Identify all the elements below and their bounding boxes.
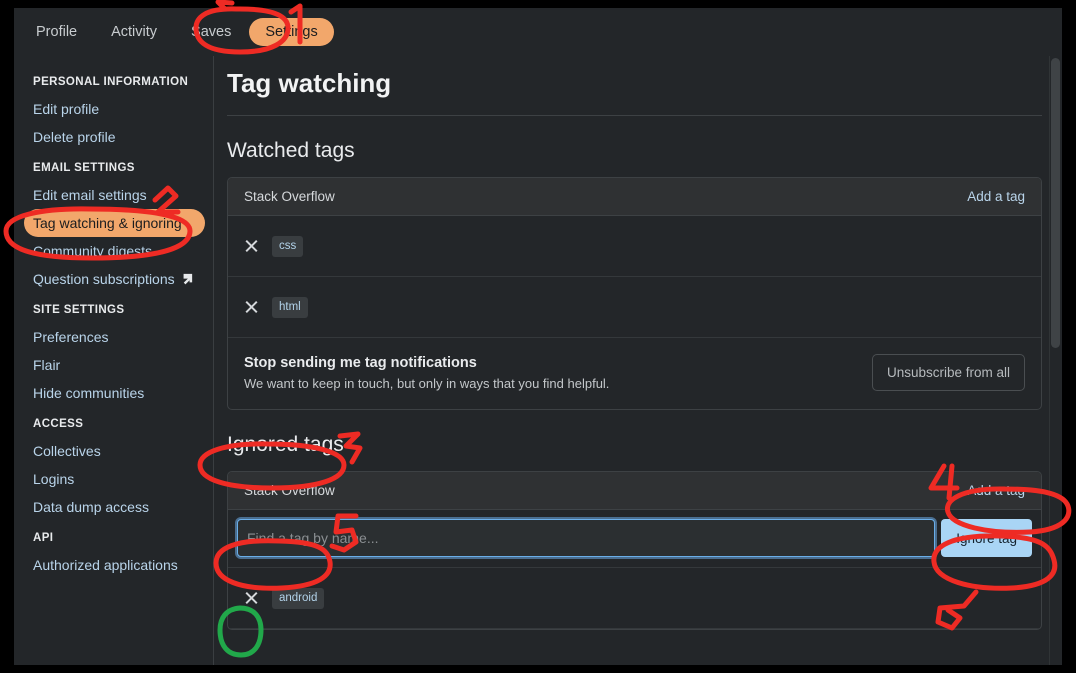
unsubscribe-row: Stop sending me tag notifications We wan… (228, 338, 1041, 409)
tab-profile[interactable]: Profile (20, 18, 93, 46)
ignore-tag-button[interactable]: Ignore tag (941, 519, 1032, 557)
sidebar-heading-site-settings: SITE SETTINGS (33, 304, 125, 316)
unsubscribe-text: Stop sending me tag notifications We wan… (244, 355, 609, 391)
tab-settings[interactable]: Settings (249, 18, 334, 46)
watched-tags-heading: Watched tags (227, 139, 355, 162)
settings-sidebar: PERSONAL INFORMATION Edit profile Delete… (14, 56, 214, 665)
find-a-tag-input-wrapper (237, 519, 936, 557)
scrollbar-thumb[interactable] (1051, 58, 1060, 348)
tag-chip[interactable]: css (272, 235, 304, 257)
watched-tags-panel: Stack Overflow Add a tag css html Stop s… (227, 177, 1042, 410)
ignored-tag-input-row: Ignore tag (228, 510, 1041, 568)
vertical-scrollbar[interactable] (1049, 56, 1062, 665)
app-window: Profile Activity Saves Settings PERSONAL… (14, 8, 1062, 665)
ignored-panel-header: Stack Overflow Add a tag (228, 472, 1041, 510)
sidebar-heading-email-settings: EMAIL SETTINGS (33, 162, 135, 174)
sidebar-item-authorized-applications[interactable]: Authorized applications (14, 551, 213, 579)
remove-css-tag-button[interactable] (244, 239, 258, 253)
tag-chip[interactable]: html (272, 296, 308, 318)
tag-chip[interactable]: android (272, 587, 325, 609)
sidebar-heading-api: API (33, 532, 54, 544)
sidebar-item-preferences[interactable]: Preferences (14, 323, 213, 351)
watched-tag-row: html (228, 277, 1041, 338)
top-navigation: Profile Activity Saves Settings (14, 8, 1062, 56)
remove-html-tag-button[interactable] (244, 300, 258, 314)
sidebar-heading-personal-information: PERSONAL INFORMATION (33, 76, 189, 88)
ignored-tags-heading: Ignored tags (227, 433, 344, 456)
ignored-site-name: Stack Overflow (244, 483, 335, 498)
sidebar-item-edit-profile[interactable]: Edit profile (14, 95, 213, 123)
sidebar-item-community-digests[interactable]: Community digests (14, 237, 213, 265)
remove-android-tag-button[interactable] (244, 591, 258, 605)
page-title: Tag watching (227, 68, 392, 98)
watched-add-a-tag-link[interactable]: Add a tag (967, 189, 1025, 204)
unsubscribe-subtitle: We want to keep in touch, but only in wa… (244, 375, 610, 391)
sidebar-item-collectives[interactable]: Collectives (14, 437, 213, 465)
sidebar-item-delete-profile[interactable]: Delete profile (14, 123, 213, 151)
sidebar-item-edit-email-settings[interactable]: Edit email settings (14, 181, 213, 209)
unsubscribe-from-all-button[interactable]: Unsubscribe from all (871, 354, 1025, 391)
sidebar-heading-access: ACCESS (33, 418, 84, 430)
ignored-tags-panel: Stack Overflow Add a tag Ignore tag andr… (227, 471, 1042, 630)
watched-site-name: Stack Overflow (244, 189, 335, 204)
find-a-tag-input[interactable] (247, 530, 926, 546)
sidebar-item-hide-communities[interactable]: Hide communities (14, 379, 213, 407)
sidebar-item-data-dump-access[interactable]: Data dump access (14, 493, 213, 521)
unsubscribe-title: Stop sending me tag notifications (244, 354, 477, 371)
sidebar-item-flair[interactable]: Flair (14, 351, 213, 379)
external-link-icon (181, 273, 193, 285)
ignored-add-a-tag-link[interactable]: Add a tag (967, 483, 1025, 498)
watched-tag-row: css (228, 216, 1041, 277)
sidebar-item-tag-watching-ignoring[interactable]: Tag watching & ignoring (24, 209, 205, 237)
watched-panel-header: Stack Overflow Add a tag (228, 178, 1041, 216)
sidebar-item-label: Question subscriptions (33, 271, 175, 287)
tab-activity[interactable]: Activity (95, 18, 173, 46)
tab-saves[interactable]: Saves (175, 18, 247, 46)
ignored-tag-row: android (228, 568, 1041, 629)
sidebar-item-question-subscriptions[interactable]: Question subscriptions (14, 265, 213, 293)
main-content: Tag watching Watched tags Stack Overflow… (214, 56, 1062, 665)
sidebar-item-logins[interactable]: Logins (14, 465, 213, 493)
